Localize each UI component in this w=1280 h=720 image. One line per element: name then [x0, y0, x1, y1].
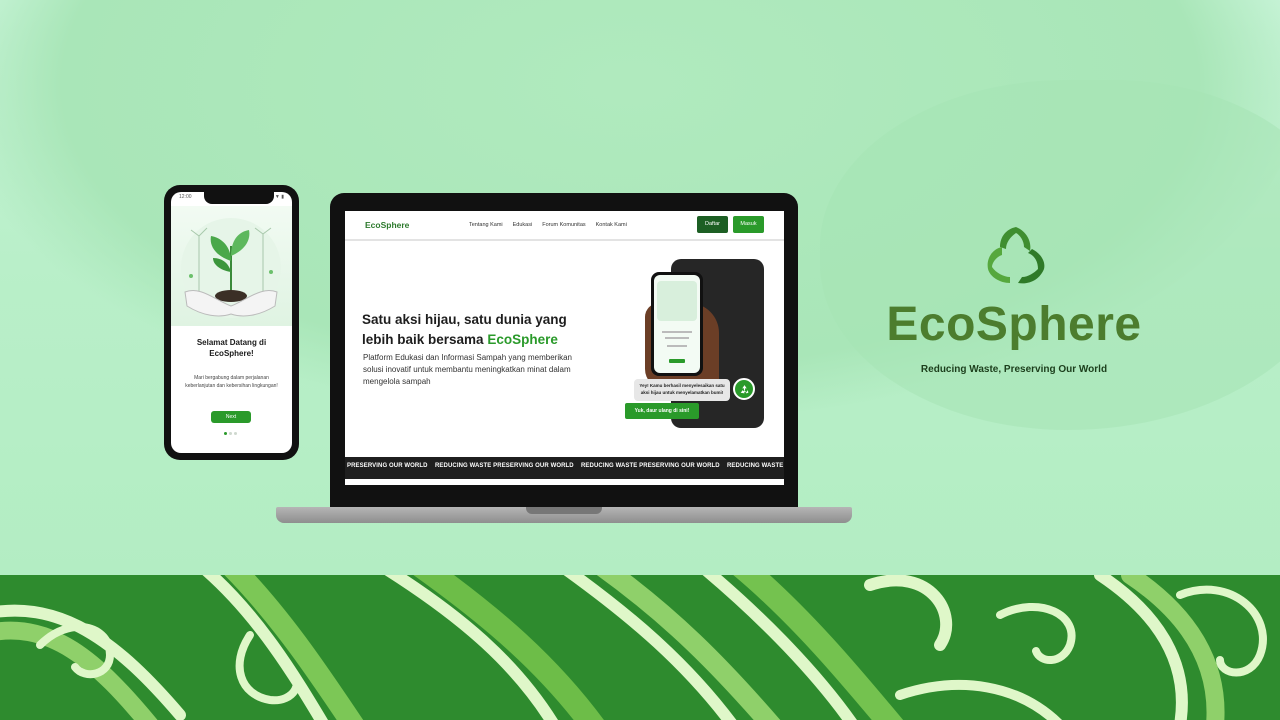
phone-welcome-body: Mari bergabung dalam perjalanan keberlan…: [185, 375, 278, 389]
ticker-item: PRESERVING OUR WORLD: [347, 463, 428, 469]
nav-link-tentang-kami[interactable]: Tentang Kami: [469, 222, 503, 228]
phone-welcome-title: Selamat Datang di EcoSphere!: [196, 338, 267, 359]
hero-description: Platform Edukasi dan Informasi Sampah ya…: [363, 353, 572, 386]
hero-phone-image: [651, 272, 703, 376]
ticker-item: REDUCING WASTE: [727, 463, 784, 469]
nav-link-forum-komunitas[interactable]: Forum Komunitas: [542, 222, 585, 228]
phone-notch: [204, 192, 274, 204]
brand-tagline: Reducing Waste, Preserving Our World: [920, 364, 1108, 375]
pagination-dots: [224, 432, 237, 435]
register-button[interactable]: Daftar: [697, 216, 728, 233]
text-line: [667, 345, 687, 347]
ticker-item: REDUCING WASTE PRESERVING OUR WORLD: [581, 463, 720, 469]
pagination-dot-active: [224, 432, 227, 435]
text-line: [662, 331, 692, 333]
site-navbar: EcoSphere Tentang Kami Edukasi Forum Kom…: [345, 211, 784, 241]
nav-link-kontak-kami[interactable]: Kontak Kami: [596, 222, 627, 228]
brand-name: EcoSphere: [886, 298, 1142, 351]
phone-mockup: 12:00 ▲ ▼ ▮ Selamat Datang di EcoSphere!…: [164, 185, 299, 460]
pagination-dot: [229, 432, 232, 435]
next-button[interactable]: Next: [211, 411, 251, 423]
hero-phone-button: [669, 359, 685, 363]
marquee-ticker: PRESERVING OUR WORLD REDUCING WASTE PRES…: [345, 457, 784, 479]
decorative-pattern-band: [0, 575, 1280, 720]
hero-title-line1: Satu aksi hijau, satu dunia yang: [362, 312, 567, 327]
hands-holding-plant-icon: [171, 206, 292, 326]
site-nav-links: Tentang Kami Edukasi Forum Komunitas Kon…: [469, 222, 627, 228]
hero-title: Satu aksi hijau, satu dunia yang lebih b…: [362, 310, 602, 351]
recycle-badge-icon: [733, 378, 755, 400]
ticker-item: REDUCING WASTE PRESERVING OUR WORLD: [435, 463, 574, 469]
website-screen: EcoSphere Tentang Kami Edukasi Forum Kom…: [345, 211, 784, 485]
phone-status-time: 12:00: [179, 194, 192, 200]
site-logo[interactable]: EcoSphere: [365, 220, 409, 230]
recycle-cta-button[interactable]: Yuk, daur ulang di sini!: [625, 403, 699, 419]
phone-screen: 12:00 ▲ ▼ ▮ Selamat Datang di EcoSphere!…: [171, 192, 292, 453]
laptop-notch: [526, 507, 602, 514]
laptop-mockup: EcoSphere Tentang Kami Edukasi Forum Kom…: [330, 193, 798, 513]
pagination-dot: [234, 432, 237, 435]
hero-title-line2: lebih baik bersama: [362, 332, 488, 348]
success-bubble: Yey! Kamu berhasil menyelesaikan satu ak…: [634, 379, 730, 401]
recycle-leaf-icon: [982, 225, 1052, 289]
hero-phone-screen: [654, 275, 700, 373]
nav-link-edukasi[interactable]: Edukasi: [513, 222, 533, 228]
hero-title-accent: EcoSphere: [487, 332, 558, 348]
text-line: [665, 337, 689, 339]
login-button[interactable]: Masuk: [733, 216, 764, 233]
plant-icon: [657, 281, 697, 321]
